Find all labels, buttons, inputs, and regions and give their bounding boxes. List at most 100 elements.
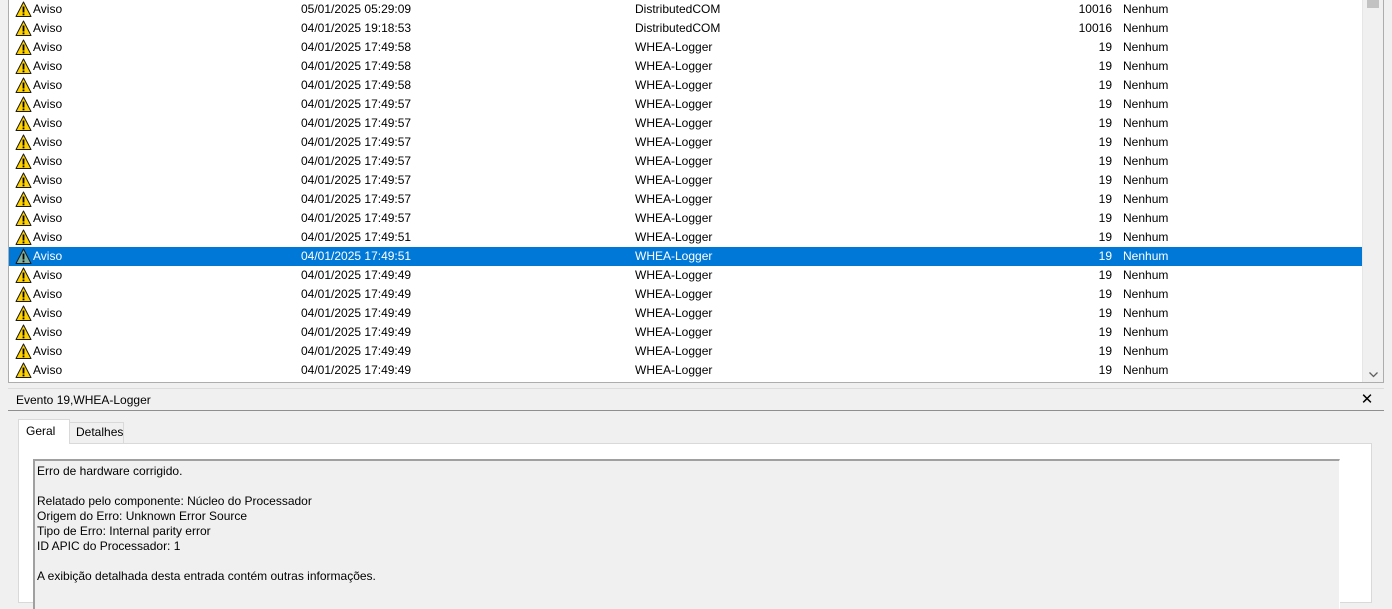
description-line: [37, 479, 1337, 494]
event-source: WHEA-Logger: [635, 325, 713, 339]
description-line: Erro de hardware corrigido.: [37, 464, 183, 478]
warning-icon: [15, 58, 32, 75]
event-row[interactable]: Aviso 04/01/2025 17:49:49 WHEA-Logger 19 Nen…: [9, 285, 1363, 304]
tab-geral[interactable]: Geral: [18, 419, 70, 444]
event-id: 19: [1098, 78, 1112, 92]
event-date: 04/01/2025 17:49:51: [301, 249, 412, 263]
close-icon[interactable]: ✕: [1360, 392, 1374, 408]
event-id: 19: [1098, 192, 1112, 206]
chevron-down-icon[interactable]: [1363, 366, 1383, 382]
event-row[interactable]: Aviso 04/01/2025 17:49:57 WHEA-Logger 19 Nen…: [9, 152, 1363, 171]
event-id: 19: [1098, 173, 1112, 187]
event-row[interactable]: Aviso 04/01/2025 17:49:49 WHEA-Logger 19 Nen…: [9, 342, 1363, 361]
description-line: A exibição detalhada desta entrada conté…: [37, 569, 376, 583]
event-description-text[interactable]: Erro de hardware corrigido. Relatado pelo…: [33, 459, 1340, 609]
event-level: Aviso: [33, 97, 63, 111]
event-row[interactable]: Aviso 04/01/2025 17:49:49 WHEA-Logger 19 Nen…: [9, 266, 1363, 285]
event-source: WHEA-Logger: [635, 268, 713, 282]
event-id: 19: [1098, 211, 1112, 225]
event-task-category: Nenhum: [1123, 363, 1169, 377]
event-row[interactable]: Aviso 04/01/2025 17:49:51 WHEA-Logger 19 Nen…: [9, 247, 1363, 266]
event-task-category: Nenhum: [1123, 97, 1169, 111]
warning-icon: [15, 96, 32, 113]
event-id: 19: [1098, 116, 1112, 130]
event-level: Aviso: [33, 21, 63, 35]
tab-detalhes[interactable]: Detalhes: [68, 422, 124, 443]
pane-splitter[interactable]: [8, 383, 1384, 389]
event-source: WHEA-Logger: [635, 40, 713, 54]
event-date: 04/01/2025 17:49:58: [301, 78, 412, 92]
event-date: 04/01/2025 17:49:49: [301, 287, 412, 301]
event-task-category: Nenhum: [1123, 230, 1169, 244]
event-source: WHEA-Logger: [635, 230, 713, 244]
event-level: Aviso: [33, 173, 63, 187]
description-line: Tipo de Erro: Internal parity error: [37, 524, 211, 538]
warning-icon: [15, 343, 32, 360]
event-row[interactable]: Aviso 04/01/2025 17:49:49 WHEA-Logger 19 Nen…: [9, 323, 1363, 342]
warning-icon: [15, 324, 32, 341]
event-source: WHEA-Logger: [635, 135, 713, 149]
event-date: 04/01/2025 17:49:58: [301, 40, 412, 54]
event-rows: Aviso 05/01/2025 05:29:09 DistributedCOM 10…: [9, 0, 1363, 380]
warning-icon: [15, 1, 32, 18]
event-row[interactable]: Aviso 04/01/2025 17:49:57 WHEA-Logger 19 Nen…: [9, 190, 1363, 209]
event-row[interactable]: Aviso 04/01/2025 17:49:57 WHEA-Logger 19 Nen…: [9, 114, 1363, 133]
event-task-category: Nenhum: [1123, 154, 1169, 168]
event-row[interactable]: Aviso 04/01/2025 17:49:49 WHEA-Logger 19 Nen…: [9, 361, 1363, 380]
warning-icon: [15, 39, 32, 56]
event-row[interactable]: Aviso 04/01/2025 17:49:57 WHEA-Logger 19 Nen…: [9, 95, 1363, 114]
event-task-category: Nenhum: [1123, 211, 1169, 225]
event-row[interactable]: Aviso 05/01/2025 05:29:09 DistributedCOM 10…: [9, 0, 1363, 19]
event-task-category: Nenhum: [1123, 325, 1169, 339]
event-source: WHEA-Logger: [635, 211, 713, 225]
event-date: 04/01/2025 17:49:57: [301, 154, 412, 168]
event-date: 04/01/2025 17:49:57: [301, 173, 412, 187]
event-id: 19: [1098, 268, 1112, 282]
detail-tabs: Geral Detalhes: [18, 419, 1378, 444]
description-line: ID APIC do Processador: 1: [37, 539, 181, 553]
event-source: WHEA-Logger: [635, 173, 713, 187]
event-source: WHEA-Logger: [635, 192, 713, 206]
event-task-category: Nenhum: [1123, 59, 1169, 73]
event-row[interactable]: Aviso 04/01/2025 19:18:53 DistributedCOM 10…: [9, 19, 1363, 38]
vertical-scrollbar[interactable]: [1362, 0, 1383, 382]
event-level: Aviso: [33, 135, 63, 149]
event-date: 05/01/2025 05:29:09: [301, 2, 412, 16]
event-date: 04/01/2025 17:49:49: [301, 306, 412, 320]
warning-icon: [15, 210, 32, 227]
event-source: WHEA-Logger: [635, 363, 713, 377]
event-level: Aviso: [33, 325, 63, 339]
event-row[interactable]: Aviso 04/01/2025 17:49:51 WHEA-Logger 19 Nen…: [9, 228, 1363, 247]
event-source: DistributedCOM: [635, 21, 721, 35]
description-line: [37, 554, 1337, 569]
scrollbar-thumb[interactable]: [1367, 0, 1379, 8]
event-row[interactable]: Aviso 04/01/2025 17:49:58 WHEA-Logger 19 Nen…: [9, 38, 1363, 57]
event-list[interactable]: Aviso 05/01/2025 05:29:09 DistributedCOM 10…: [8, 0, 1384, 383]
event-source: WHEA-Logger: [635, 59, 713, 73]
event-level: Aviso: [33, 306, 63, 320]
event-row[interactable]: Aviso 04/01/2025 17:49:57 WHEA-Logger 19 Nen…: [9, 133, 1363, 152]
event-level: Aviso: [33, 40, 63, 54]
warning-icon: [15, 286, 32, 303]
event-row[interactable]: Aviso 04/01/2025 17:49:57 WHEA-Logger 19 Nen…: [9, 209, 1363, 228]
event-date: 04/01/2025 17:49:57: [301, 135, 412, 149]
event-row[interactable]: Aviso 04/01/2025 17:49:49 WHEA-Logger 19 Nen…: [9, 304, 1363, 323]
event-task-category: Nenhum: [1123, 306, 1169, 320]
event-row[interactable]: Aviso 04/01/2025 17:49:58 WHEA-Logger 19 Nen…: [9, 76, 1363, 95]
warning-icon: [15, 77, 32, 94]
event-source: WHEA-Logger: [635, 154, 713, 168]
event-date: 04/01/2025 17:49:51: [301, 230, 412, 244]
event-id: 19: [1098, 249, 1112, 263]
event-level: Aviso: [33, 268, 63, 282]
event-level: Aviso: [33, 78, 63, 92]
event-source: WHEA-Logger: [635, 97, 713, 111]
event-row[interactable]: Aviso 04/01/2025 17:49:57 WHEA-Logger 19 Nen…: [9, 171, 1363, 190]
event-row[interactable]: Aviso 04/01/2025 17:49:58 WHEA-Logger 19 Nen…: [9, 57, 1363, 76]
event-id: 10016: [1078, 21, 1112, 35]
event-level: Aviso: [33, 2, 63, 16]
warning-icon: [15, 115, 32, 132]
warning-icon: [15, 153, 32, 170]
event-id: 19: [1098, 344, 1112, 358]
detail-header: Evento 19,WHEA-Logger ✕: [8, 390, 1384, 411]
event-id: 19: [1098, 97, 1112, 111]
